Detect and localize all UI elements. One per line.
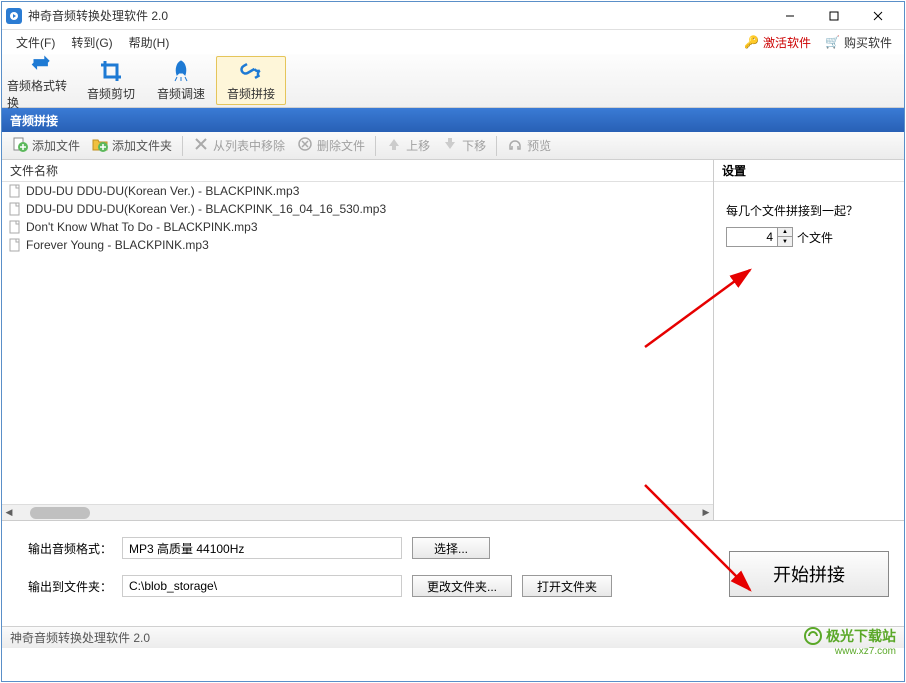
list-item[interactable]: DDU-DU DDU-DU(Korean Ver.) - BLACKPINK_1… [2, 200, 713, 218]
delete-label: 删除文件 [317, 137, 365, 154]
action-panel: 开始拼接 [714, 521, 904, 626]
menu-goto[interactable]: 转到(G) [63, 32, 120, 53]
file-name: DDU-DU DDU-DU(Korean Ver.) - BLACKPINK.m… [26, 184, 299, 198]
settings-header: 设置 [714, 160, 904, 182]
bottom-area: 输出音频格式： MP3 高质量 44100Hz 选择... 输出到文件夹： C:… [2, 520, 904, 626]
convert-icon [29, 51, 53, 75]
file-icon [8, 220, 22, 234]
preview-label: 预览 [527, 137, 551, 154]
file-count-spinner[interactable]: ▲ ▼ [726, 227, 793, 247]
separator [182, 136, 183, 156]
up-label: 上移 [406, 137, 430, 154]
add-folder-icon [92, 136, 108, 155]
output-folder-field: C:\blob_storage\ [122, 575, 402, 597]
spinner-down[interactable]: ▼ [778, 237, 792, 246]
down-icon [442, 136, 458, 155]
scroll-right-arrow[interactable]: ▶ [699, 506, 713, 520]
activate-link[interactable]: 🔑 激活软件 [738, 32, 817, 53]
delete-icon [297, 136, 313, 155]
add-folder-label: 添加文件夹 [112, 137, 172, 154]
scroll-track[interactable] [30, 507, 685, 519]
window-title: 神奇音频转换处理软件 2.0 [28, 7, 168, 24]
scroll-left-arrow[interactable]: ◀ [2, 506, 16, 520]
add-file-label: 添加文件 [32, 137, 80, 154]
menubar: 文件(F) 转到(G) 帮助(H) 🔑 激活软件 🛒 购买软件 [2, 30, 904, 54]
file-icon [8, 202, 22, 216]
add-file-icon [12, 136, 28, 155]
file-list[interactable]: DDU-DU DDU-DU(Korean Ver.) - BLACKPINK.m… [2, 182, 713, 504]
up-icon [386, 136, 402, 155]
link-icon [239, 59, 263, 83]
maximize-button[interactable] [812, 3, 856, 29]
list-item[interactable]: Don't Know What To Do - BLACKPINK.mp3 [2, 218, 713, 236]
file-count-input[interactable] [727, 228, 777, 246]
app-icon [6, 8, 22, 24]
output-format-value: MP3 高质量 44100Hz [129, 540, 244, 557]
move-down-button[interactable]: 下移 [436, 134, 492, 157]
tool-format-label: 音频格式转换 [7, 77, 75, 111]
select-format-button[interactable]: 选择... [412, 537, 490, 559]
output-panel: 输出音频格式： MP3 高质量 44100Hz 选择... 输出到文件夹： C:… [2, 521, 714, 626]
file-icon [8, 184, 22, 198]
tool-join[interactable]: 音频拼接 [216, 56, 286, 105]
output-format-label: 输出音频格式： [22, 540, 112, 557]
minimize-button[interactable] [768, 3, 812, 29]
settings-question: 每几个文件拼接到一起？ [726, 202, 892, 219]
add-folder-button[interactable]: 添加文件夹 [86, 134, 178, 157]
list-item[interactable]: DDU-DU DDU-DU(Korean Ver.) - BLACKPINK.m… [2, 182, 713, 200]
add-file-button[interactable]: 添加文件 [6, 134, 86, 157]
open-folder-button[interactable]: 打开文件夹 [522, 575, 612, 597]
statusbar: 神奇音频转换处理软件 2.0 [2, 626, 904, 648]
change-folder-button[interactable]: 更改文件夹... [412, 575, 512, 597]
remove-icon [193, 136, 209, 155]
tool-speed-label: 音频调速 [157, 85, 205, 102]
remove-label: 从列表中移除 [213, 137, 285, 154]
rocket-icon [169, 59, 193, 83]
settings-unit: 个文件 [797, 229, 833, 246]
menu-file[interactable]: 文件(F) [8, 32, 63, 53]
headphones-icon [507, 136, 523, 155]
separator [496, 136, 497, 156]
close-button[interactable] [856, 3, 900, 29]
start-join-button[interactable]: 开始拼接 [729, 551, 889, 597]
tool-join-label: 音频拼接 [227, 85, 275, 102]
list-item[interactable]: Forever Young - BLACKPINK.mp3 [2, 236, 713, 254]
down-label: 下移 [462, 137, 486, 154]
settings-panel: 设置 每几个文件拼接到一起？ ▲ ▼ 个文件 [714, 160, 904, 520]
separator [375, 136, 376, 156]
tool-format-convert[interactable]: 音频格式转换 [6, 56, 76, 105]
tool-speed[interactable]: 音频调速 [146, 56, 216, 105]
move-up-button[interactable]: 上移 [380, 134, 436, 157]
file-name: Forever Young - BLACKPINK.mp3 [26, 238, 209, 252]
tool-cut[interactable]: 音频剪切 [76, 56, 146, 105]
output-folder-label: 输出到文件夹： [22, 578, 112, 595]
output-folder-value: C:\blob_storage\ [129, 579, 217, 593]
file-name: DDU-DU DDU-DU(Korean Ver.) - BLACKPINK_1… [26, 202, 386, 216]
buy-label: 购买软件 [844, 34, 892, 51]
activate-label: 激活软件 [763, 34, 811, 51]
titlebar: 神奇音频转换处理软件 2.0 [2, 2, 904, 30]
horizontal-scrollbar[interactable]: ◀ ▶ [2, 504, 713, 520]
preview-button[interactable]: 预览 [501, 134, 557, 157]
delete-file-button[interactable]: 删除文件 [291, 134, 371, 157]
spinner-up[interactable]: ▲ [778, 228, 792, 237]
section-header: 音频拼接 [2, 108, 904, 132]
sub-toolbar: 添加文件 添加文件夹 从列表中移除 删除文件 上移 下移 预览 [2, 132, 904, 160]
menu-help[interactable]: 帮助(H) [121, 32, 178, 53]
file-list-header[interactable]: 文件名称 [2, 160, 713, 182]
output-format-field: MP3 高质量 44100Hz [122, 537, 402, 559]
main-area: 文件名称 DDU-DU DDU-DU(Korean Ver.) - BLACKP… [2, 160, 904, 520]
main-toolbar: 音频格式转换 音频剪切 音频调速 音频拼接 [2, 54, 904, 108]
crop-icon [99, 59, 123, 83]
buy-link[interactable]: 🛒 购买软件 [819, 32, 898, 53]
file-icon [8, 238, 22, 252]
tool-cut-label: 音频剪切 [87, 85, 135, 102]
cart-icon: 🛒 [825, 35, 840, 49]
file-name: Don't Know What To Do - BLACKPINK.mp3 [26, 220, 258, 234]
remove-from-list-button[interactable]: 从列表中移除 [187, 134, 291, 157]
file-panel: 文件名称 DDU-DU DDU-DU(Korean Ver.) - BLACKP… [2, 160, 714, 520]
key-icon: 🔑 [744, 35, 759, 49]
scroll-thumb[interactable] [30, 507, 90, 519]
